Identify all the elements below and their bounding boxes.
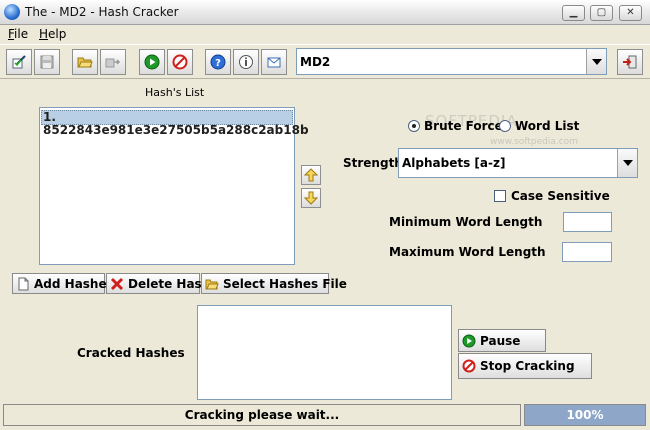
app-globe-icon	[4, 4, 20, 20]
menu-bar: File Help	[0, 25, 650, 44]
new-file-icon	[18, 277, 29, 290]
watermark-url: www.softpedia.com	[490, 137, 578, 147]
delete-hash-button[interactable]: Delete Hash	[106, 273, 210, 294]
open-button[interactable]	[72, 49, 98, 75]
progress-bar: 100%	[524, 404, 646, 426]
help-icon: ?	[210, 54, 226, 70]
radio-dot	[408, 120, 420, 132]
stop-cracking-button[interactable]: Stop Cracking	[458, 353, 592, 379]
stop-button[interactable]	[167, 49, 193, 75]
minimize-button[interactable]: ▁	[562, 5, 585, 21]
save-button[interactable]	[34, 49, 60, 75]
toolbar: ? MD2	[0, 44, 650, 79]
export-icon	[105, 58, 121, 68]
min-length-label: Minimum Word Length	[389, 215, 543, 229]
status-text: Cracking please wait...	[3, 404, 521, 426]
exit-icon	[623, 55, 637, 69]
hash-list[interactable]: 1. 8522843e981e3e27505b5a288c2ab18b	[39, 107, 309, 265]
open-folder-icon	[205, 279, 219, 289]
chevron-down-icon[interactable]	[586, 49, 606, 74]
checkbox-box	[494, 190, 506, 202]
menu-help[interactable]: Help	[39, 27, 66, 41]
progress-label: 100%	[566, 408, 604, 422]
select-hashes-file-button[interactable]: Select Hashes File	[201, 273, 347, 294]
move-down-button[interactable]	[301, 188, 321, 208]
move-up-button[interactable]	[301, 165, 321, 185]
strength-select[interactable]: Alphabets [a-z]	[398, 148, 638, 178]
info-button[interactable]	[233, 49, 259, 75]
play-icon	[462, 334, 476, 347]
info-icon	[239, 55, 253, 69]
maximize-button[interactable]: ▢	[590, 5, 613, 21]
edit-icon	[12, 55, 26, 69]
list-item[interactable]: 1. 8522843e981e3e27505b5a288c2ab18b	[41, 110, 309, 137]
stop-icon	[462, 359, 476, 373]
max-length-label: Maximum Word Length	[389, 245, 546, 259]
cracked-hashes-output[interactable]	[197, 305, 452, 400]
email-button[interactable]	[261, 49, 287, 75]
help-button[interactable]: ?	[205, 49, 231, 75]
menu-file[interactable]: File	[8, 27, 28, 41]
open-folder-icon	[77, 57, 93, 68]
min-length-input[interactable]	[563, 212, 612, 232]
strength-label: Strength	[343, 156, 403, 170]
arrow-up-icon	[304, 168, 318, 182]
edit-button[interactable]	[6, 49, 32, 75]
word-list-radio[interactable]: Word List	[499, 119, 579, 133]
delete-icon	[110, 277, 124, 290]
algorithm-select[interactable]: MD2	[296, 48, 607, 75]
svg-text:?: ?	[215, 58, 221, 69]
hash-list-label: Hash's List	[145, 86, 205, 99]
email-icon	[267, 57, 281, 68]
algorithm-value: MD2	[300, 55, 331, 69]
pause-button[interactable]: Pause	[458, 329, 546, 352]
chevron-down-icon[interactable]	[617, 149, 637, 177]
cracked-hashes-label: Cracked Hashes	[77, 346, 185, 360]
exit-button[interactable]	[617, 49, 643, 75]
start-button[interactable]	[139, 49, 165, 75]
stop-icon	[172, 54, 188, 70]
start-icon	[144, 54, 160, 70]
case-sensitive-checkbox[interactable]: Case Sensitive	[494, 189, 610, 203]
radio-dot	[499, 120, 511, 132]
max-length-input[interactable]	[562, 242, 612, 262]
window-title: The - MD2 - Hash Cracker	[25, 5, 179, 19]
export-button[interactable]	[100, 49, 126, 75]
arrow-down-icon	[304, 191, 318, 205]
add-hashes-button[interactable]: Add Hashes	[12, 273, 114, 294]
strength-value: Alphabets [a-z]	[402, 156, 506, 170]
title-bar: The - MD2 - Hash Cracker ▁ ▢ ✕	[0, 0, 650, 25]
close-button[interactable]: ✕	[619, 5, 642, 21]
save-icon	[40, 55, 54, 69]
brute-force-radio[interactable]: Brute Force	[408, 119, 503, 133]
